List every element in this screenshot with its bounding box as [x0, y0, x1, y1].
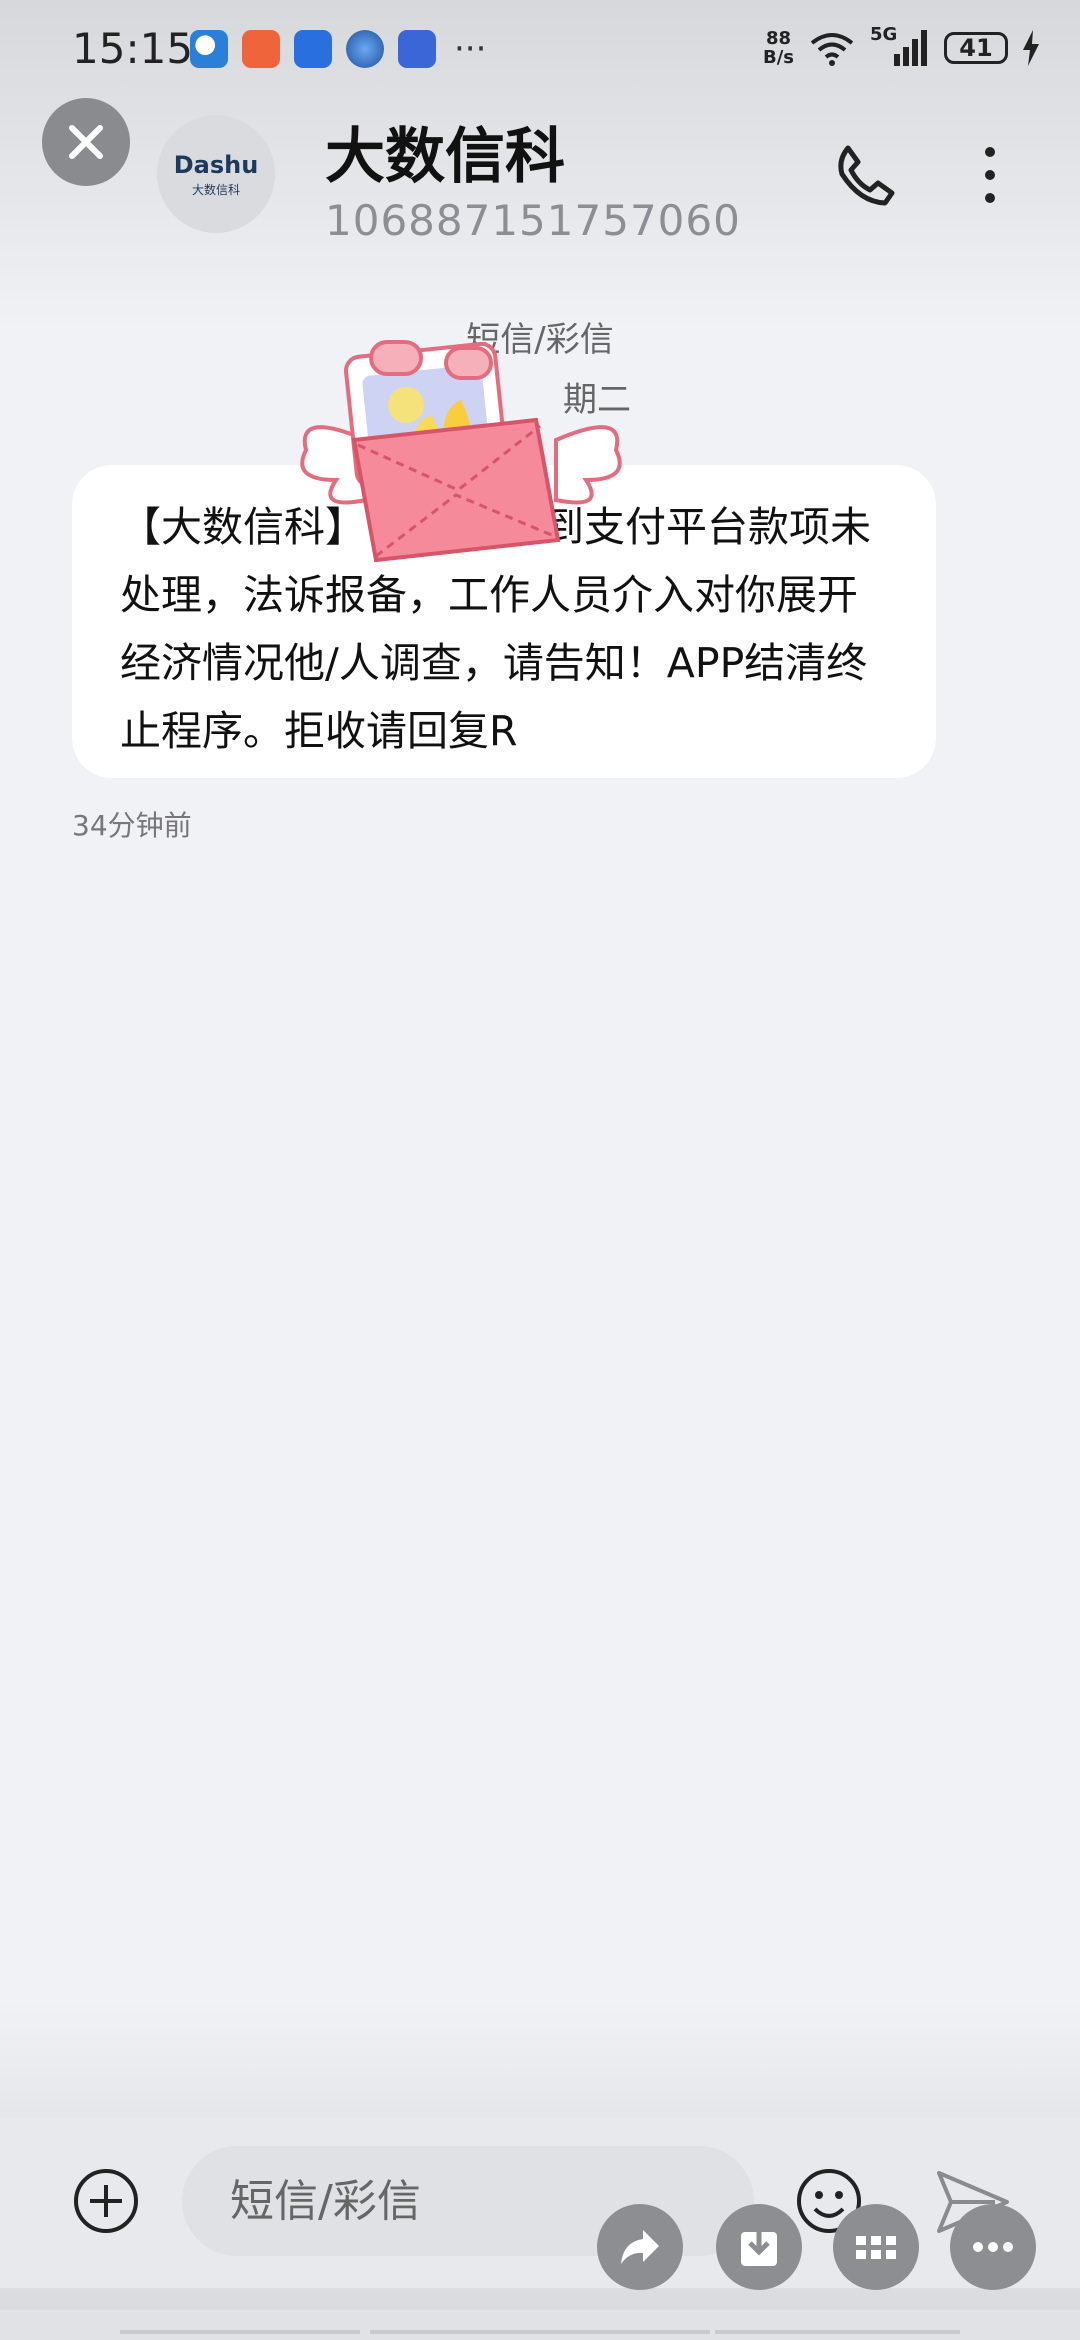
contact-avatar[interactable]: Dashu 大数信科 — [157, 115, 275, 233]
contact-name: 大数信科 — [325, 122, 565, 192]
phone-icon — [838, 145, 895, 206]
battery-indicator: 41 — [944, 32, 1008, 64]
envelope-sticker-icon[interactable] — [296, 330, 626, 570]
call-button[interactable] — [830, 140, 900, 210]
more-horizontal-icon — [973, 2242, 1013, 2252]
more-vertical-icon — [985, 147, 995, 203]
contact-number: 106887151757060 — [325, 196, 741, 245]
book-app-icon — [398, 30, 436, 68]
navigation-bar — [0, 2310, 1080, 2340]
avatar-logo-subtext: 大数信科 — [191, 182, 240, 197]
close-overlay-button[interactable] — [42, 98, 130, 186]
add-attachment-button[interactable] — [72, 2167, 140, 2235]
charging-icon — [1023, 30, 1039, 66]
close-icon — [69, 125, 103, 159]
download-icon — [741, 2228, 777, 2266]
bag-app-icon — [294, 30, 332, 68]
more-options-button[interactable] — [960, 140, 1020, 210]
status-right: 88 B/s 5G 41 — [763, 24, 1040, 68]
nav-recents-hint[interactable] — [715, 2330, 960, 2334]
network-speed-value: 88 — [765, 28, 792, 49]
planet-app-icon — [346, 30, 384, 68]
add-icon — [74, 2169, 138, 2233]
nav-home-hint[interactable] — [370, 2330, 710, 2334]
share-button[interactable] — [597, 2204, 683, 2290]
share-icon — [621, 2230, 659, 2264]
status-time: 15:15 — [72, 24, 194, 73]
message-timestamp: 34分钟前 — [72, 809, 192, 842]
cell-signal-icon: 5G — [870, 24, 930, 68]
more-actions-button[interactable] — [950, 2204, 1036, 2290]
network-speed-unit: B/s — [762, 47, 794, 68]
shopping-app-icon — [242, 30, 280, 68]
avatar-logo-text: Dashu — [173, 150, 259, 179]
grid-icon — [856, 2236, 896, 2259]
download-button[interactable] — [716, 2204, 802, 2290]
battery-level: 41 — [959, 34, 993, 62]
apps-button[interactable] — [833, 2204, 919, 2290]
more-notifications-icon: ··· — [454, 29, 487, 69]
notification-icons: ··· — [190, 30, 486, 68]
network-speed: 88 B/s — [763, 29, 794, 67]
wifi-icon — [810, 33, 854, 66]
status-bar: 15:15 ··· 88 B/s 5G 41 — [0, 0, 1080, 100]
browser-app-icon — [190, 30, 228, 68]
nav-back-hint[interactable] — [120, 2330, 360, 2334]
